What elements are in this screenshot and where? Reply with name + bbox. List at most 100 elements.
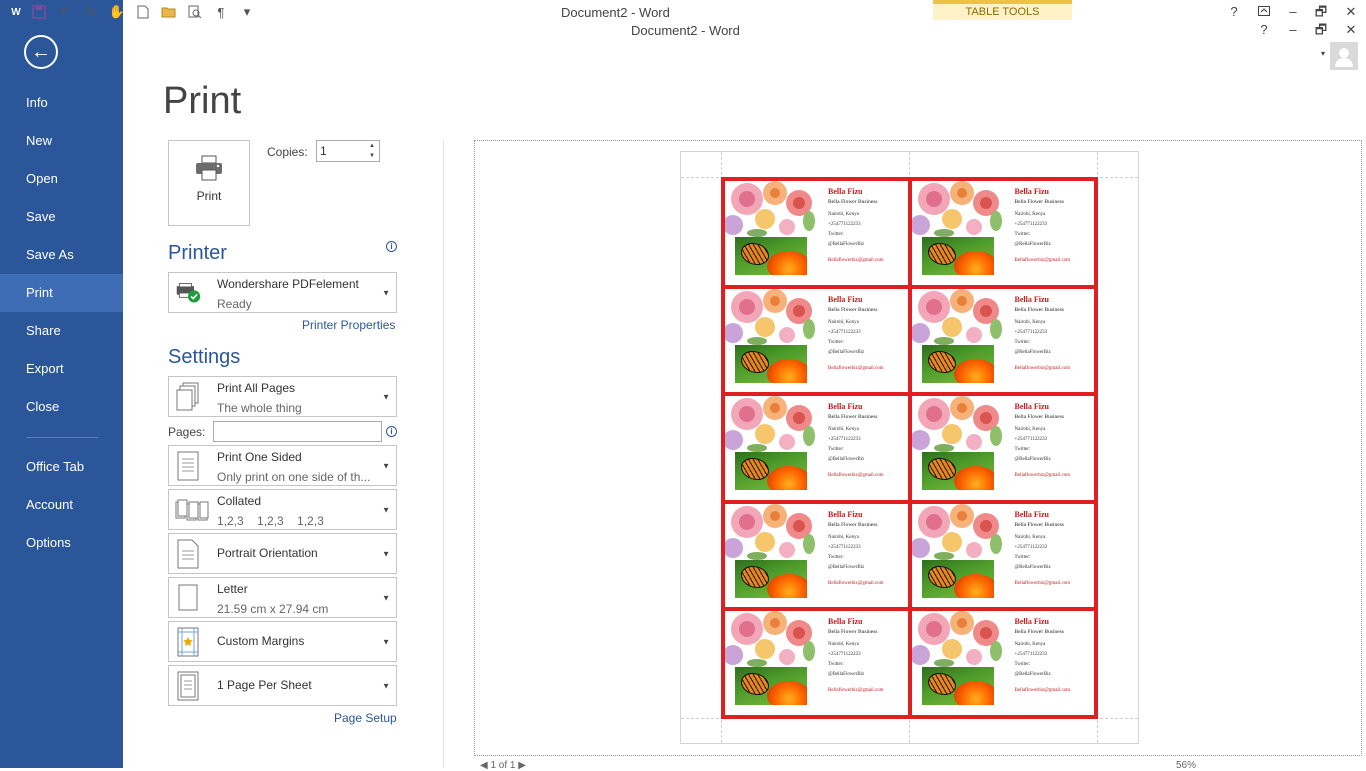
card-business: Bella Flower Business xyxy=(828,199,878,205)
sidebar-item-save[interactable]: Save xyxy=(0,198,123,236)
chevron-down-icon: ▼ xyxy=(382,392,390,401)
card-twitter-label: Twitter: xyxy=(1014,554,1031,560)
help-icon[interactable]: ? xyxy=(1221,2,1247,22)
paper-size-icon xyxy=(175,582,201,614)
card-business: Bella Flower Business xyxy=(1014,306,1065,313)
close-icon-secondary[interactable]: ✕ xyxy=(1338,20,1364,40)
pages-per-sheet-value: 1 Page Per Sheet xyxy=(217,678,312,692)
card-email: Bellaflowerbiz@gmail.com xyxy=(1014,580,1071,586)
customize-qat-icon[interactable]: ▾ xyxy=(236,2,258,22)
print-range-select[interactable]: Print All Pages The whole thing ▼ xyxy=(168,376,397,417)
card-twitter-handle: @BellaFlowerBiz xyxy=(828,564,865,570)
ribbon-display-icon[interactable] xyxy=(1251,2,1277,22)
card-twitter-label: Twitter: xyxy=(1014,232,1031,237)
sidebar-item-info[interactable]: Info xyxy=(0,84,123,122)
one-sided-icon xyxy=(175,450,201,482)
business-card: Bella Fizu Bella Flower Business Nairobi… xyxy=(911,611,1094,715)
printer-name: Wondershare PDFelement xyxy=(217,277,359,291)
minimize-icon-secondary[interactable]: – xyxy=(1280,20,1306,40)
page-setup-link[interactable]: Page Setup xyxy=(334,711,397,725)
business-card: Bella Fizu Bella Flower Business Nairobi… xyxy=(725,288,908,393)
card-twitter-handle: @BellaFlowerBiz xyxy=(828,349,865,355)
card-twitter-handle: @BellaFlowerBiz xyxy=(1014,349,1051,355)
back-arrow-icon[interactable]: ← xyxy=(24,35,58,69)
table-tools-tab[interactable]: TABLE TOOLS xyxy=(933,0,1072,20)
copies-stepper[interactable]: ▲ ▼ xyxy=(316,140,380,162)
pages-per-sheet-select[interactable]: 1 Page Per Sheet ▼ xyxy=(168,665,397,706)
card-name: Bella Fizu xyxy=(1014,509,1049,519)
restore-icon[interactable]: 🗗 xyxy=(1308,2,1334,22)
card-city: Nairobi, Kenya xyxy=(1014,642,1046,648)
chevron-down-icon: ▼ xyxy=(382,549,390,558)
zoom-level[interactable]: 56% xyxy=(1176,760,1196,771)
sidebar-item-export[interactable]: Export xyxy=(0,350,123,388)
printer-select[interactable]: Wondershare PDFelement Ready ▼ xyxy=(168,272,397,313)
card-phone: +254771122233 xyxy=(1014,652,1048,658)
card-email: Bellaflowerbiz@gmail.com xyxy=(828,258,884,263)
open-folder-icon[interactable] xyxy=(158,2,180,22)
sidebar-item-new[interactable]: New xyxy=(0,122,123,160)
window-title: Document2 - Word xyxy=(561,5,670,20)
sidebar-item-office-tab[interactable]: Office Tab xyxy=(0,448,123,486)
flower-bouquet-image xyxy=(911,181,1002,237)
copies-label: Copies: xyxy=(267,145,308,159)
card-business: Bella Flower Business xyxy=(828,414,878,421)
card-twitter-handle: @BellaFlowerBiz xyxy=(1014,672,1051,678)
card-email: Bellaflowerbiz@gmail.com xyxy=(828,365,884,371)
business-card: Bella Fizu Bella Flower Business Nairobi… xyxy=(725,181,908,285)
restore-icon-secondary[interactable]: 🗗 xyxy=(1308,20,1334,40)
business-card: Bella Fizu Bella Flower Business Nairobi… xyxy=(911,181,1094,285)
orientation-select[interactable]: Portrait Orientation ▼ xyxy=(168,533,397,574)
new-document-icon[interactable] xyxy=(132,2,154,22)
card-twitter-handle: @BellaFlowerBiz xyxy=(1014,242,1051,247)
paper-size-select[interactable]: Letter 21.59 cm x 27.94 cm ▼ xyxy=(168,577,397,618)
print-button[interactable]: Print xyxy=(168,140,250,226)
card-name: Bella Fizu xyxy=(1014,617,1049,627)
card-twitter-label: Twitter: xyxy=(828,232,844,237)
sidebar-item-options[interactable]: Options xyxy=(0,524,123,562)
card-business: Bella Flower Business xyxy=(1014,629,1065,636)
sidebar-item-save-as[interactable]: Save As xyxy=(0,236,123,274)
printer-properties-link[interactable]: Printer Properties xyxy=(302,318,395,332)
sides-select[interactable]: Print One Sided Only print on one side o… xyxy=(168,445,397,486)
butterfly-photo xyxy=(735,452,807,491)
pages-info-icon[interactable]: i xyxy=(386,426,397,437)
print-preview-icon[interactable] xyxy=(184,2,206,22)
card-email: Bellaflowerbiz@gmail.com xyxy=(828,688,884,694)
card-city: Nairobi, Kenya xyxy=(1014,212,1046,217)
touch-mode-icon[interactable]: ✋ xyxy=(106,2,128,22)
show-formatting-icon[interactable]: ¶ xyxy=(210,2,232,22)
flower-bouquet-image xyxy=(725,288,815,345)
avatar[interactable] xyxy=(1330,42,1358,70)
printer-info-icon[interactable]: i xyxy=(386,241,397,252)
portrait-icon xyxy=(175,538,201,570)
sidebar-item-share[interactable]: Share xyxy=(0,312,123,350)
copies-increment-icon[interactable]: ▲ xyxy=(366,141,378,151)
card-city: Nairobi, Kenya xyxy=(1014,427,1046,433)
copies-input[interactable] xyxy=(320,143,364,159)
copies-decrement-icon[interactable]: ▼ xyxy=(366,151,378,161)
undo-icon[interactable]: ↶ xyxy=(54,2,76,22)
card-phone: +254771122233 xyxy=(828,329,861,335)
card-email: Bellaflowerbiz@gmail.com xyxy=(1014,258,1071,263)
redo-icon[interactable]: ↻ xyxy=(80,2,102,22)
card-twitter-label: Twitter: xyxy=(1014,447,1031,453)
card-twitter-label: Twitter: xyxy=(1014,662,1031,668)
card-email: Bellaflowerbiz@gmail.com xyxy=(1014,365,1071,371)
card-city: Nairobi, Kenya xyxy=(828,427,859,433)
collation-select[interactable]: Collated 1,2,3 1,2,3 1,2,3 ▼ xyxy=(168,489,397,530)
sidebar-item-open[interactable]: Open xyxy=(0,160,123,198)
close-icon[interactable]: ✕ xyxy=(1338,2,1364,22)
margins-select[interactable]: Custom Margins ▼ xyxy=(168,621,397,662)
card-twitter-handle: @BellaFlowerBiz xyxy=(1014,457,1051,463)
help-icon-secondary[interactable]: ? xyxy=(1251,20,1277,40)
page-navigation[interactable]: ◀ 1 of 1 ▶ xyxy=(480,760,526,771)
sidebar-item-print[interactable]: Print xyxy=(0,274,123,312)
pages-input[interactable] xyxy=(213,421,382,442)
sidebar-item-account[interactable]: Account xyxy=(0,486,123,524)
minimize-icon[interactable]: – xyxy=(1280,2,1306,22)
sidebar-item-close[interactable]: Close xyxy=(0,388,123,426)
card-city: Nairobi, Kenya xyxy=(828,642,859,648)
save-icon[interactable] xyxy=(28,2,50,22)
collated-icon xyxy=(175,494,209,526)
